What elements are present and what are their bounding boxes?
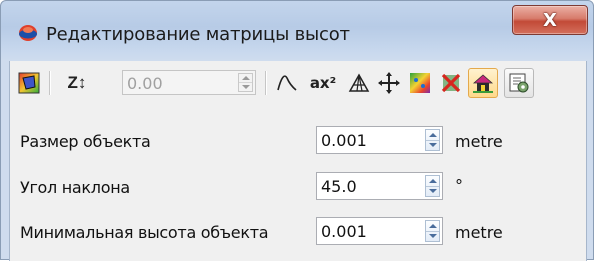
slope-angle-unit: °	[455, 176, 463, 195]
object-size-label: Размер объекта	[20, 132, 151, 151]
z-value-spinbox: 0.00	[122, 70, 256, 95]
polynomial-icon[interactable]: ax²	[305, 70, 341, 96]
house-toggle-icon[interactable]	[468, 68, 498, 98]
window-title: Редактирование матрицы высот	[46, 24, 350, 45]
close-icon: X	[543, 9, 557, 31]
delete-red-icon[interactable]	[438, 70, 464, 96]
spin-divider	[239, 82, 252, 83]
spin-up-icon[interactable]	[429, 179, 437, 183]
z-level-icon[interactable]: Z↕	[60, 70, 94, 96]
settings-icon[interactable]	[504, 68, 534, 98]
toolbar-separator	[49, 71, 51, 95]
triangulation-icon[interactable]	[346, 70, 372, 96]
object-size-value[interactable]: 0.001	[321, 131, 367, 150]
min-object-height-spin-arrows[interactable]	[425, 220, 440, 242]
spin-up-icon[interactable]	[429, 133, 437, 137]
slope-angle-spinbox[interactable]: 45.0	[316, 172, 443, 200]
object-size-spinbox[interactable]: 0.001	[316, 126, 443, 154]
slope-angle-spin-arrows[interactable]	[425, 175, 440, 197]
dialog-client-area: Z↕ 0.00 ax² Размер объекта 0.001 metre У…	[9, 61, 587, 261]
colored-polygon-icon[interactable]	[16, 70, 42, 96]
object-size-spin-arrows[interactable]	[425, 129, 440, 151]
app-icon	[19, 25, 37, 41]
min-object-height-label: Минимальная высота объекта	[20, 223, 269, 242]
spin-divider	[426, 231, 439, 232]
toolbar-separator	[265, 71, 267, 95]
spin-down-icon[interactable]	[429, 234, 437, 238]
texture-icon[interactable]	[407, 70, 433, 96]
min-object-height-spinbox[interactable]: 0.001	[316, 217, 443, 245]
dialog-window: Редактирование матрицы высот X Z↕ 0.00 a…	[0, 0, 594, 261]
spin-down-icon	[242, 85, 250, 89]
move-icon[interactable]	[376, 70, 402, 96]
min-object-height-unit: metre	[455, 223, 503, 242]
min-object-height-value[interactable]: 0.001	[321, 222, 367, 241]
toolbar: Z↕ 0.00 ax²	[10, 61, 586, 105]
z-value: 0.00	[127, 74, 163, 93]
z-spin-arrows	[238, 73, 253, 92]
object-size-unit: metre	[455, 132, 503, 151]
curve-icon[interactable]	[274, 70, 300, 96]
title-bar[interactable]: Редактирование матрицы высот X	[1, 1, 593, 61]
spin-divider	[426, 140, 439, 141]
spin-down-icon[interactable]	[429, 143, 437, 147]
spin-up-icon	[242, 76, 250, 80]
slope-angle-value[interactable]: 45.0	[321, 177, 357, 196]
close-button[interactable]: X	[512, 5, 588, 35]
spin-divider	[426, 186, 439, 187]
slope-angle-label: Угол наклона	[20, 178, 130, 197]
spin-up-icon[interactable]	[429, 224, 437, 228]
spin-down-icon[interactable]	[429, 189, 437, 193]
